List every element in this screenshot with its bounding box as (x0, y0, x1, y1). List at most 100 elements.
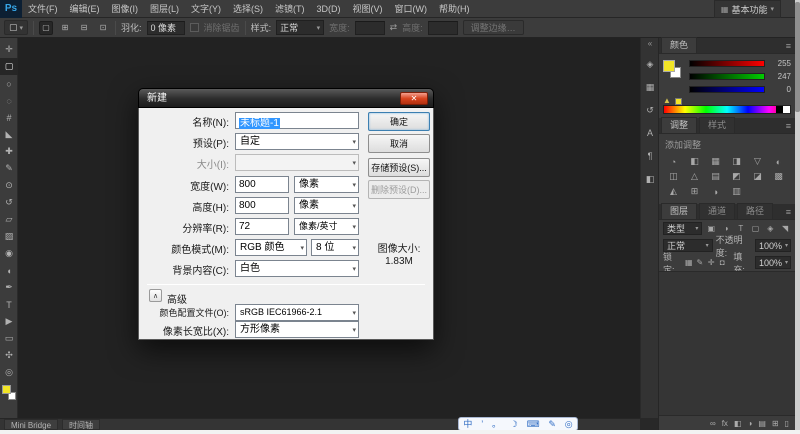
panel-menu-icon[interactable]: ≡ (786, 121, 791, 131)
move-tool-icon[interactable]: ✛ (0, 41, 18, 58)
ime-punctuation-icon[interactable]: ’ (481, 418, 483, 430)
ok-button[interactable]: 确定 (368, 112, 430, 131)
tool-preset-dropdown[interactable]: ▢ ▾ (4, 20, 28, 35)
tab-layers[interactable]: 图层 (661, 203, 697, 219)
adjustment-icon[interactable]: ◪ (747, 169, 768, 184)
crop-tool-icon[interactable]: # (0, 109, 18, 126)
blur-tool-icon[interactable]: ◉ (0, 245, 18, 262)
character-panel-icon[interactable]: A (641, 124, 659, 142)
history-brush-tool-icon[interactable]: ↺ (0, 194, 18, 211)
adjustment-icon[interactable]: ◨ (726, 154, 747, 169)
menu-type[interactable]: 文字(Y) (185, 0, 227, 18)
pen-tool-icon[interactable]: ✒ (0, 279, 18, 296)
tab-color[interactable]: 颜色 (661, 37, 697, 53)
gamut-color-swatch[interactable] (675, 98, 682, 105)
workspace-switcher[interactable]: ▦ 基本功能 ▾ (714, 0, 781, 18)
ime-search-icon[interactable]: ◎ (565, 418, 573, 430)
red-slider[interactable] (689, 60, 765, 67)
adjustment-icon[interactable]: ▽ (747, 154, 768, 169)
dodge-tool-icon[interactable]: ◖ (0, 262, 18, 279)
filter-toggle-icon[interactable]: ◥ (779, 224, 791, 233)
green-slider[interactable] (689, 73, 765, 80)
adjustment-icon[interactable]: ◔ (663, 154, 684, 169)
resolution-unit-dropdown[interactable]: 像素/英寸 ▾ (294, 218, 359, 235)
menu-edit[interactable]: 编辑(E) (64, 0, 106, 18)
selection-intersect-icon[interactable]: ⊡ (96, 21, 110, 35)
height-input[interactable] (235, 197, 289, 214)
bit-depth-dropdown[interactable]: 8 位 ▾ (311, 239, 359, 256)
advanced-toggle-button[interactable]: ∧ (149, 289, 162, 302)
hand-tool-icon[interactable]: ✣ (0, 347, 18, 364)
path-selection-tool-icon[interactable]: ▶ (0, 313, 18, 330)
menu-filter[interactable]: 滤镜(T) (269, 0, 311, 18)
color-spectrum-ramp[interactable] (663, 105, 791, 114)
clone-stamp-tool-icon[interactable]: ⊙ (0, 177, 18, 194)
selection-add-icon[interactable]: ⊞ (58, 21, 72, 35)
eraser-tool-icon[interactable]: ▱ (0, 211, 18, 228)
lock-all-icon[interactable]: ◘ (718, 258, 726, 267)
tab-channels[interactable]: 通道 (699, 203, 735, 219)
vertical-scrollbar[interactable] (795, 0, 800, 430)
adjustment-icon[interactable]: ◑ (705, 184, 726, 199)
ime-tools-icon[interactable]: ✎ (548, 418, 556, 430)
adjustment-icon[interactable]: ◫ (663, 169, 684, 184)
selection-new-icon[interactable]: ▢ (39, 21, 53, 35)
adjustment-icon[interactable]: ▤ (705, 169, 726, 184)
dialog-close-button[interactable]: ✕ (400, 92, 428, 105)
lock-position-icon[interactable]: ✛ (707, 258, 715, 267)
histogram-panel-icon[interactable]: ▦ (641, 78, 659, 96)
lasso-tool-icon[interactable]: ○ (0, 75, 18, 92)
refine-edge-button[interactable]: 调整边缘… (463, 20, 524, 35)
lock-transparency-icon[interactable]: ▦ (685, 258, 693, 267)
properties-panel-icon[interactable]: ◧ (641, 170, 659, 188)
adjustment-icon[interactable]: ▦ (705, 154, 726, 169)
antialias-checkbox[interactable] (190, 23, 199, 32)
selection-subtract-icon[interactable]: ⊟ (77, 21, 91, 35)
filter-smart-objects-icon[interactable]: ◈ (764, 224, 776, 233)
cancel-button[interactable]: 取消 (368, 134, 430, 153)
panel-menu-icon[interactable]: ≡ (786, 207, 791, 217)
timeline-button[interactable]: 时间轴 (62, 419, 100, 430)
feather-input[interactable] (147, 21, 185, 35)
info-panel-icon[interactable]: ◈ (641, 55, 659, 73)
adjustment-layer-icon[interactable]: ◑ (747, 419, 752, 428)
adjustment-icon[interactable]: ◐ (768, 154, 789, 169)
expand-panels-icon[interactable]: « (641, 38, 659, 50)
eyedropper-tool-icon[interactable]: ◣ (0, 126, 18, 143)
name-input[interactable]: 未标题-1 (235, 112, 359, 129)
blue-slider[interactable] (689, 86, 765, 93)
height-input[interactable] (428, 21, 458, 35)
ime-keyboard-icon[interactable]: ⌨ (527, 418, 540, 430)
brush-tool-icon[interactable]: ✎ (0, 160, 18, 177)
pixel-aspect-dropdown[interactable]: 方形像素 ▾ (235, 321, 359, 338)
layer-mask-icon[interactable]: ◧ (734, 419, 742, 428)
shape-tool-icon[interactable]: ▭ (0, 330, 18, 347)
ime-language-icon[interactable]: 中 (463, 418, 472, 430)
adjustment-icon[interactable]: △ (684, 169, 705, 184)
adjustment-icon[interactable]: ▥ (726, 184, 747, 199)
menu-image[interactable]: 图像(I) (106, 0, 145, 18)
menu-layer[interactable]: 图层(L) (144, 0, 185, 18)
adjustment-icon[interactable]: ◧ (684, 154, 705, 169)
delete-layer-icon[interactable]: ▯ (785, 419, 789, 428)
zoom-tool-icon[interactable]: ◎ (0, 364, 18, 381)
gamut-warning-icon[interactable]: ▲ (663, 96, 671, 105)
menu-help[interactable]: 帮助(H) (433, 0, 476, 18)
new-group-icon[interactable]: ▤ (758, 419, 766, 428)
type-tool-icon[interactable]: T (0, 296, 18, 313)
resolution-input[interactable] (235, 218, 289, 235)
adjustment-icon[interactable]: ⊞ (684, 184, 705, 199)
quick-selection-tool-icon[interactable]: ◌ (0, 92, 18, 109)
layer-filter-kind-dropdown[interactable]: 类型 ▾ (663, 222, 702, 235)
dialog-titlebar[interactable]: 新建 ✕ (138, 88, 434, 108)
preset-dropdown[interactable]: 自定 ▾ (235, 133, 359, 150)
foreground-color-swatch[interactable] (2, 385, 11, 394)
adjustment-icon[interactable]: ◭ (663, 184, 684, 199)
fill-dropdown[interactable]: 100% ▾ (755, 256, 791, 269)
tab-adjustments[interactable]: 调整 (661, 117, 697, 133)
tab-styles[interactable]: 样式 (699, 117, 735, 133)
scrollbar-thumb[interactable] (795, 2, 800, 112)
gradient-tool-icon[interactable]: ▨ (0, 228, 18, 245)
foreground-color-swatch[interactable] (663, 60, 675, 72)
menu-window[interactable]: 窗口(W) (389, 0, 434, 18)
